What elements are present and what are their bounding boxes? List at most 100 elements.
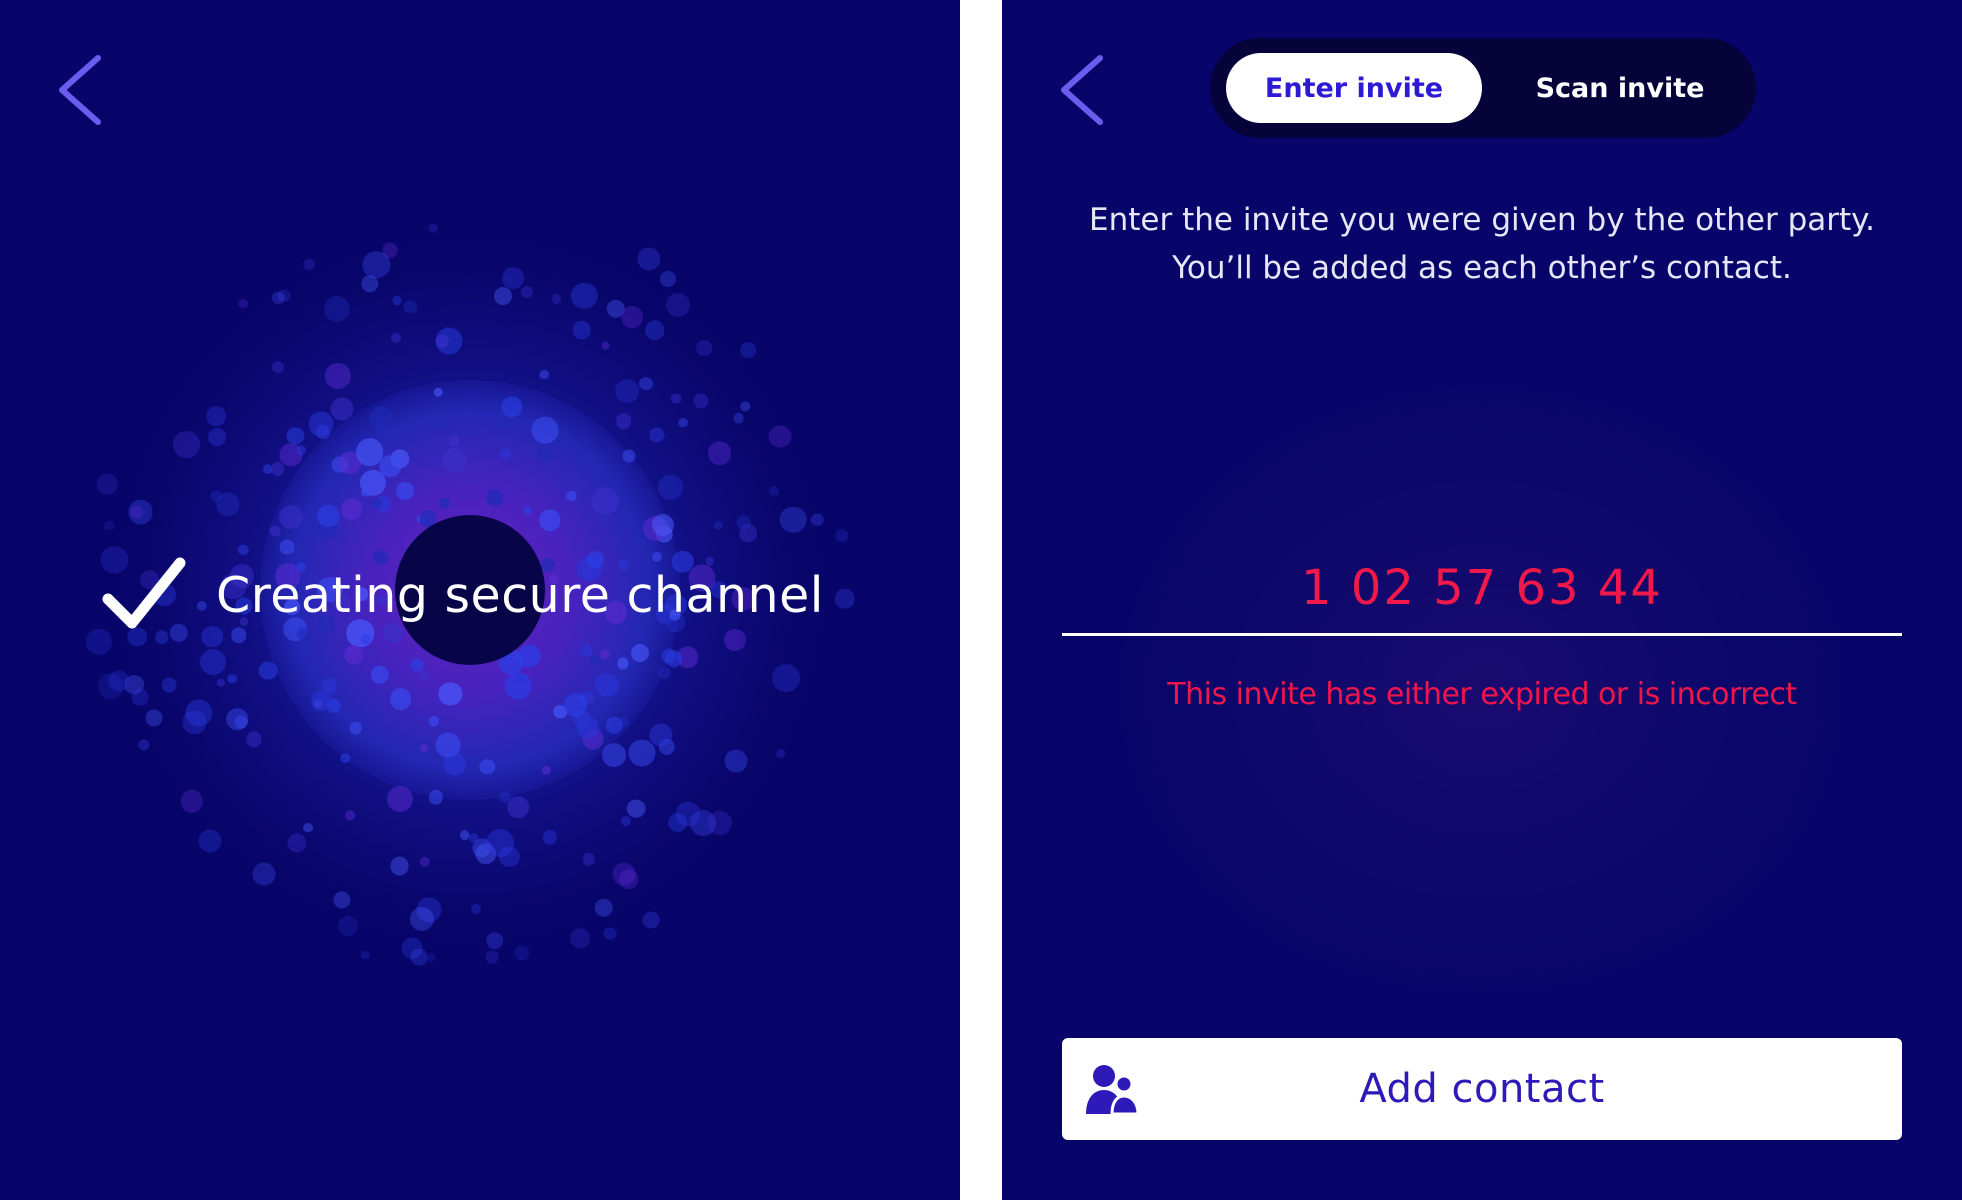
- particle-dot: [410, 948, 428, 966]
- add-contact-button[interactable]: Add contact: [1062, 1038, 1902, 1140]
- back-button[interactable]: [1052, 52, 1112, 128]
- particle-dot: [521, 285, 534, 298]
- particle-dot: [514, 945, 530, 961]
- particle-dot: [768, 425, 792, 448]
- chevron-left-icon: [1061, 55, 1103, 125]
- particle-dot: [435, 327, 463, 355]
- invite-mode-toggle: Enter invite Scan invite: [1210, 38, 1756, 138]
- particle-dot: [660, 270, 677, 287]
- add-contact-icon: [1084, 1062, 1142, 1116]
- particle-dot: [389, 688, 412, 711]
- particle-dot: [238, 298, 249, 309]
- particle-dot: [208, 428, 227, 447]
- particle-dot: [345, 810, 355, 821]
- particle-dot: [372, 498, 382, 508]
- particle-dot: [771, 663, 800, 692]
- invite-code-input[interactable]: 1 02 57 63 44: [1062, 545, 1902, 631]
- particle-dot: [594, 898, 614, 918]
- particle-dot: [601, 341, 611, 350]
- particle-dot: [258, 661, 278, 681]
- particle-dot: [612, 862, 636, 886]
- particle-dot: [769, 486, 780, 497]
- particle-dot: [494, 286, 513, 305]
- particle-dot: [340, 498, 363, 520]
- particle-dot: [308, 411, 334, 437]
- particle-dot: [270, 462, 285, 476]
- particle-dot: [724, 749, 748, 773]
- particle-dot: [600, 649, 611, 660]
- particle-dot: [386, 785, 414, 812]
- creating-channel-screen: Creating secure channel: [0, 0, 960, 1200]
- particle-dot: [518, 644, 541, 668]
- particle-dot: [499, 790, 512, 803]
- particle-dot: [532, 416, 559, 444]
- particle-dot: [200, 649, 227, 676]
- particle-dot: [428, 224, 438, 233]
- particle-dot: [678, 417, 688, 428]
- particle-dot: [340, 753, 350, 763]
- particle-dot: [296, 444, 306, 455]
- particle-dot: [131, 688, 149, 706]
- status-text: Creating secure channel: [216, 566, 824, 624]
- particle-dot: [361, 633, 372, 644]
- particle-dot: [485, 950, 499, 964]
- particle-dot: [198, 829, 222, 853]
- particle-dot: [589, 655, 601, 666]
- particle-dot: [234, 715, 248, 729]
- particle-dot: [523, 505, 533, 515]
- particle-dot: [563, 693, 588, 718]
- particle-dot: [661, 648, 677, 664]
- particle-dot: [739, 524, 758, 543]
- particle-dot: [658, 666, 671, 680]
- particle-dot: [252, 862, 276, 886]
- particle-dot: [97, 474, 118, 495]
- particle-dot: [580, 644, 593, 657]
- particle-dot: [626, 799, 646, 818]
- particle-dot: [419, 856, 430, 868]
- particle-dot: [642, 911, 660, 929]
- particle-dot: [651, 514, 674, 537]
- particle-dot: [390, 856, 410, 876]
- particle-dot: [330, 397, 354, 421]
- particle-dot: [355, 438, 384, 466]
- particle-dot: [349, 721, 362, 735]
- particle-dot: [622, 449, 636, 463]
- particle-dot: [621, 306, 643, 328]
- particle-dot: [628, 739, 656, 767]
- back-button[interactable]: [50, 52, 110, 128]
- particle-dot: [369, 406, 394, 431]
- add-contact-label: Add contact: [1359, 1066, 1605, 1112]
- particle-dot: [605, 716, 623, 734]
- status-row: Creating secure channel: [100, 555, 824, 635]
- particle-dot: [582, 853, 596, 866]
- particle-dot: [551, 294, 562, 304]
- particle-dot: [180, 790, 204, 813]
- particle-dot: [603, 927, 617, 941]
- particle-dot: [810, 513, 824, 526]
- particle-dot: [145, 709, 163, 727]
- particle-dot: [439, 498, 450, 509]
- particle-dot: [615, 413, 632, 429]
- particle-dot: [272, 361, 285, 374]
- particle-dot: [448, 436, 460, 447]
- tab-enter-invite[interactable]: Enter invite: [1226, 53, 1482, 123]
- particle-dot: [615, 379, 640, 403]
- particle-dot: [303, 822, 314, 833]
- particle-dot: [638, 376, 653, 391]
- particle-dot: [104, 520, 115, 531]
- checkmark-icon: [100, 555, 190, 635]
- chevron-left-icon: [59, 55, 101, 125]
- instructions-line-1: Enter the invite you were given by the o…: [1089, 202, 1875, 238]
- particle-dot: [227, 673, 237, 684]
- tab-scan-invite[interactable]: Scan invite: [1500, 53, 1740, 123]
- particle-dot: [577, 717, 599, 739]
- particle-dot: [594, 673, 619, 698]
- particle-dot: [670, 393, 682, 404]
- particle-dot: [303, 258, 315, 271]
- particle-dot: [343, 645, 364, 665]
- particle-dot: [539, 369, 549, 380]
- particle-dot: [507, 796, 530, 818]
- particle-dot: [733, 412, 745, 424]
- particle-dot: [311, 690, 332, 711]
- particle-dot: [834, 588, 855, 610]
